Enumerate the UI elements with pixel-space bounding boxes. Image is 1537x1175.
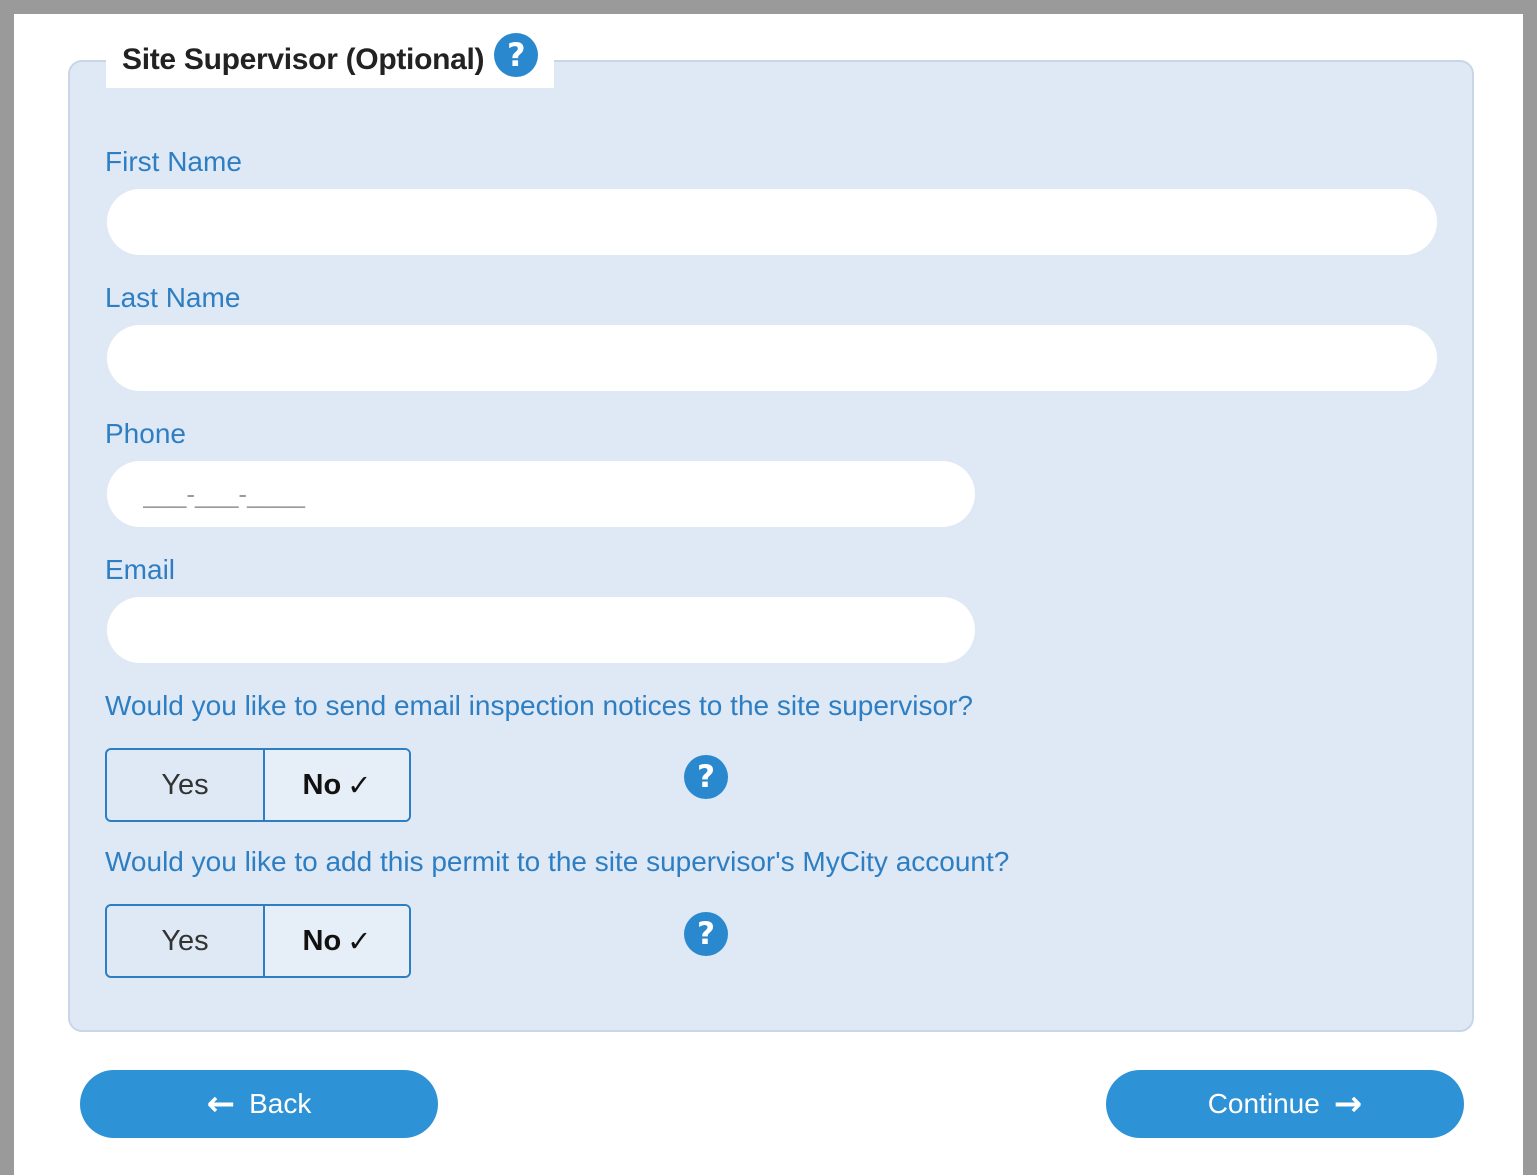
- help-icon[interactable]: ?: [494, 33, 539, 77]
- email-notices-no-button[interactable]: No ✓: [265, 750, 409, 820]
- back-label: Back: [249, 1088, 312, 1119]
- phone-input[interactable]: [107, 461, 975, 527]
- mycity-question: Would you like to add this permit to the…: [105, 846, 1010, 877]
- email-notices-question: Would you like to send email inspection …: [105, 690, 973, 721]
- email-notices-yes-button[interactable]: Yes: [107, 750, 265, 820]
- email-label: Email: [105, 554, 176, 585]
- arrow-right-icon: →: [1333, 1084, 1363, 1124]
- mycity-no-button[interactable]: No ✓: [265, 906, 409, 976]
- first-name-label: First Name: [105, 146, 242, 177]
- continue-label: Continue: [1207, 1088, 1320, 1119]
- section-title: Site Supervisor (Optional): [122, 43, 485, 76]
- back-button[interactable]: ← Back: [80, 1070, 438, 1138]
- continue-button[interactable]: Continue →: [1106, 1070, 1464, 1138]
- email-input[interactable]: [107, 597, 975, 663]
- mycity-help-icon[interactable]: ?: [684, 912, 728, 956]
- mycity-toggle: Yes No ✓: [105, 904, 411, 978]
- last-name-label: Last Name: [105, 282, 241, 313]
- mycity-yes-button[interactable]: Yes: [107, 906, 265, 976]
- last-name-input[interactable]: [107, 325, 1437, 391]
- phone-label: Phone: [105, 418, 186, 449]
- no-label: No: [302, 768, 342, 801]
- no-label: No: [302, 924, 342, 957]
- arrow-left-icon: ←: [206, 1084, 236, 1124]
- section-legend: Site Supervisor (Optional) ?: [106, 32, 555, 88]
- first-name-input[interactable]: [107, 189, 1437, 255]
- email-notices-toggle: Yes No ✓: [105, 748, 411, 822]
- check-icon: ✓: [347, 925, 372, 958]
- check-icon: ✓: [347, 769, 372, 802]
- email-notices-help-icon[interactable]: ?: [684, 755, 728, 799]
